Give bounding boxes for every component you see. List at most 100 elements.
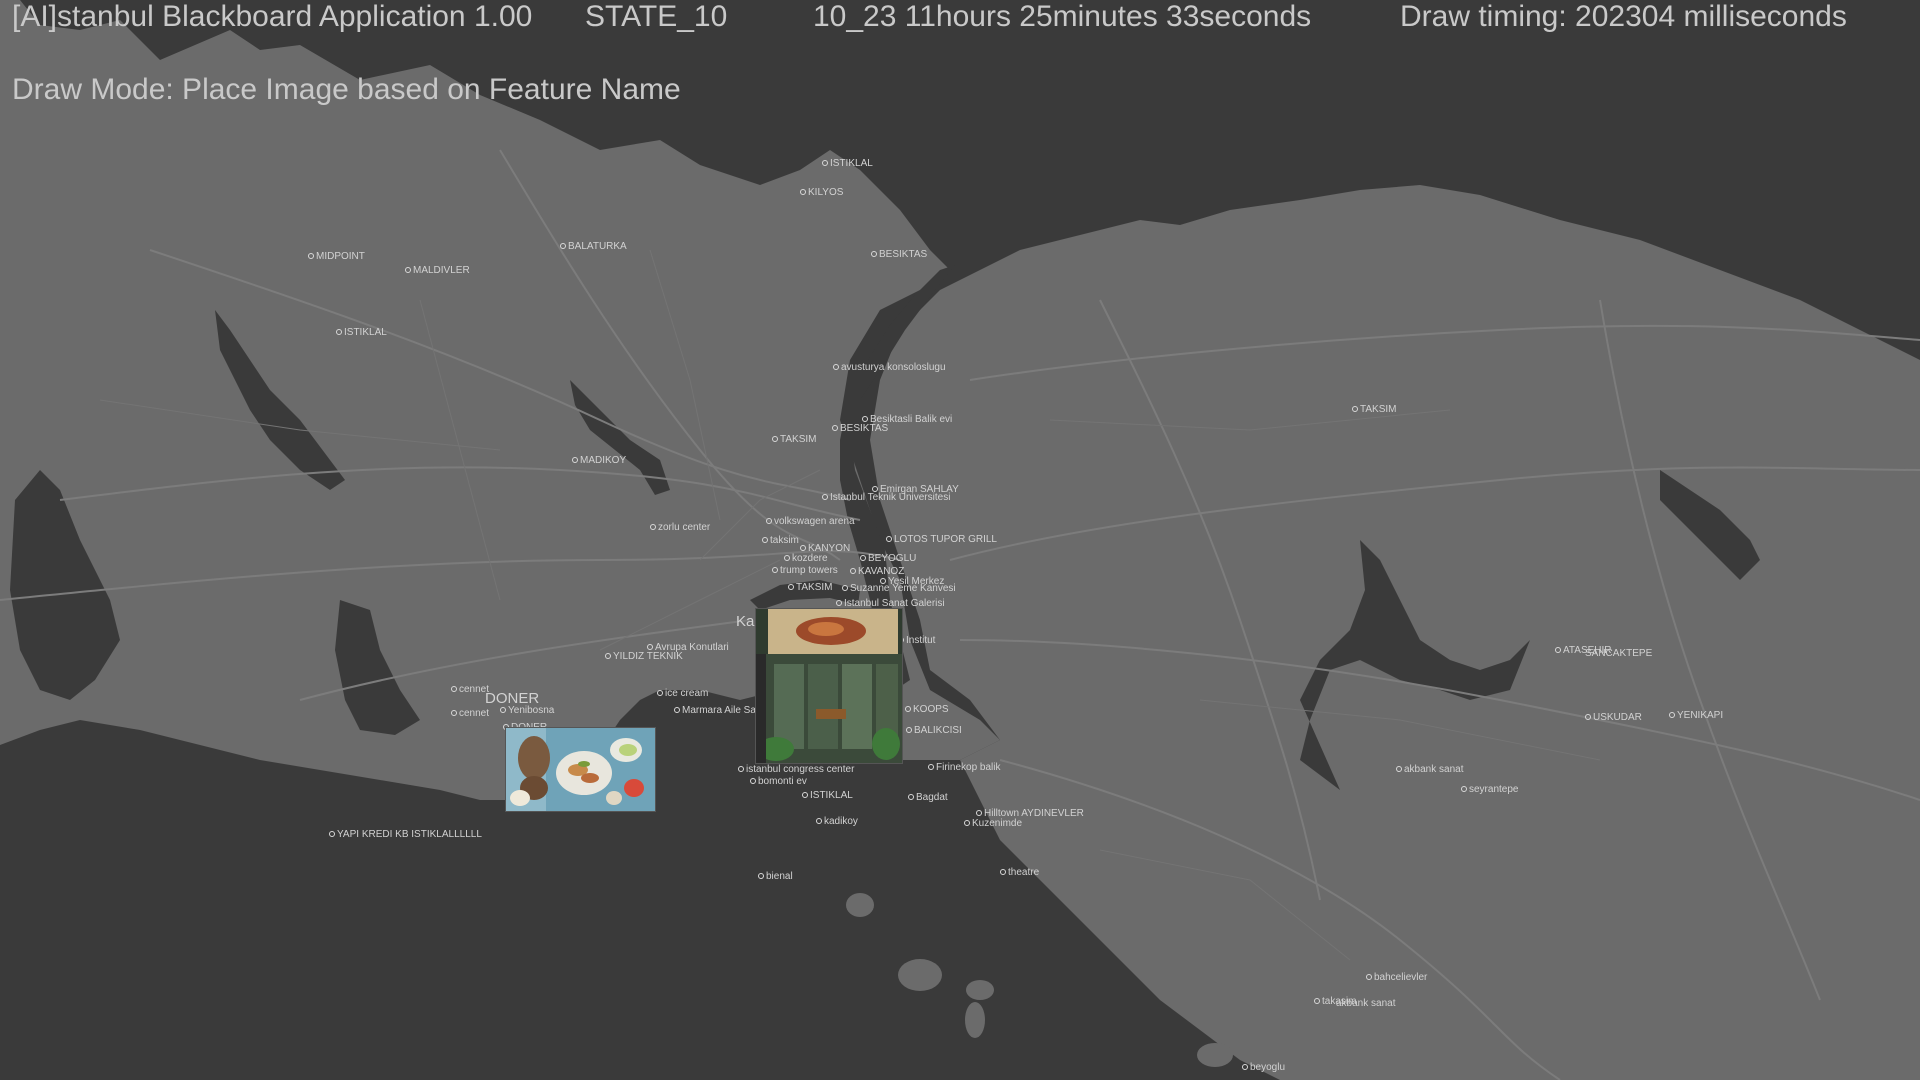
island-4 bbox=[965, 1002, 985, 1038]
poi-label[interactable]: BALATURKA bbox=[560, 241, 627, 252]
poi-label[interactable]: TAKSIM bbox=[1352, 404, 1396, 415]
poi-label[interactable]: bomonti ev bbox=[750, 776, 807, 787]
poi-label[interactable]: ISTIKLAL bbox=[802, 790, 853, 801]
island-2 bbox=[898, 959, 942, 991]
poi-dot-icon bbox=[772, 567, 778, 574]
poi-text: zorlu center bbox=[658, 522, 711, 533]
poi-text: seyrantepe bbox=[1469, 784, 1519, 795]
poi-label[interactable]: ISTIKLAL bbox=[822, 158, 873, 169]
poi-text: TAKSIM bbox=[796, 582, 833, 593]
poi-label[interactable]: taksim bbox=[762, 535, 799, 546]
poi-label[interactable]: Kuzenimde bbox=[964, 818, 1022, 829]
poi-label[interactable]: Institut bbox=[898, 635, 935, 646]
poi-label[interactable]: seyrantepe bbox=[1461, 784, 1518, 795]
poi-label[interactable]: YENIKAPI bbox=[1669, 710, 1723, 721]
poi-dot-icon bbox=[908, 794, 914, 801]
poi-label[interactable]: Bagdat bbox=[908, 792, 948, 803]
poi-dot-icon bbox=[572, 457, 578, 464]
poi-text: Emirgan SAHLAY bbox=[880, 484, 959, 495]
poi-dot-icon bbox=[862, 416, 868, 423]
poi-label[interactable]: ice cream bbox=[657, 688, 708, 699]
poi-label[interactable]: cennet bbox=[451, 684, 489, 695]
poi-label[interactable]: Firinekop balik bbox=[928, 762, 1000, 773]
poi-text: Firinekop balik bbox=[936, 762, 1001, 773]
poi-label[interactable]: trump towers bbox=[772, 565, 838, 576]
poi-text: Yesil Merkez bbox=[888, 576, 945, 587]
poi-label[interactable]: theatre bbox=[1000, 867, 1039, 878]
poi-dot-icon bbox=[560, 243, 566, 250]
poi-label[interactable]: MIDPOINT bbox=[308, 251, 365, 262]
poi-text: BEYOGLU bbox=[868, 553, 917, 564]
poi-label[interactable]: Yenibosna bbox=[500, 705, 554, 716]
poi-label[interactable]: TAKSIM bbox=[788, 582, 832, 593]
poi-dot-icon bbox=[657, 690, 663, 697]
poi-text: MALDIVLER bbox=[413, 265, 470, 276]
food-plate-image bbox=[506, 728, 655, 811]
poi-label[interactable]: TAKSIM bbox=[772, 434, 816, 445]
poi-label[interactable]: Yesil Merkez bbox=[880, 576, 944, 587]
poi-dot-icon bbox=[451, 686, 457, 693]
poi-label[interactable]: KOOPS bbox=[905, 704, 949, 715]
poi-label[interactable]: istanbul congress center bbox=[738, 764, 854, 775]
poi-label[interactable]: USKUDAR bbox=[1585, 712, 1642, 723]
draw-mode: Draw Mode: Place Image based on Feature … bbox=[12, 73, 681, 106]
poi-dot-icon bbox=[928, 764, 934, 771]
poi-label[interactable]: ISTIKLAL bbox=[336, 327, 387, 338]
poi-text: KOOPS bbox=[913, 704, 949, 715]
poi-text: ISTIKLAL bbox=[810, 790, 853, 801]
poi-text: Kuzenimde bbox=[972, 818, 1023, 829]
restaurant-interior-photo[interactable] bbox=[755, 608, 903, 764]
poi-dot-icon bbox=[1000, 869, 1006, 876]
poi-text: Bagdat bbox=[916, 792, 948, 803]
poi-label[interactable]: DONER bbox=[485, 691, 539, 706]
poi-text: beyoglu bbox=[1250, 1062, 1286, 1073]
poi-text: Yenibosna bbox=[508, 705, 555, 716]
poi-label[interactable]: kozdere bbox=[784, 553, 828, 564]
poi-text: MADIKOY bbox=[580, 455, 627, 466]
poi-label[interactable]: BESIKTAS bbox=[871, 249, 927, 260]
poi-label[interactable]: bienal bbox=[758, 871, 793, 882]
poi-label[interactable]: Emirgan SAHLAY bbox=[872, 484, 959, 495]
poi-label[interactable]: bahcelievler bbox=[1366, 972, 1427, 983]
poi-label[interactable]: KILYOS bbox=[800, 187, 843, 198]
poi-label[interactable]: SANCAKTEPE bbox=[1585, 648, 1652, 659]
poi-label[interactable]: BEYOGLU bbox=[860, 553, 916, 564]
poi-label[interactable]: zorlu center bbox=[650, 522, 710, 533]
poi-dot-icon bbox=[451, 710, 457, 717]
map-canvas[interactable]: [AI]stanbul Blackboard Application 1.00 … bbox=[0, 0, 1920, 1080]
poi-dot-icon bbox=[906, 727, 912, 734]
poi-text: Avrupa Konutlari bbox=[655, 642, 729, 653]
poi-label[interactable]: cennet bbox=[451, 708, 489, 719]
poi-label[interactable]: BALIKCISI bbox=[906, 725, 962, 736]
poi-label[interactable]: LOTOS TUPOR GRILL bbox=[886, 534, 997, 545]
poi-label[interactable]: akbank sanat bbox=[1396, 764, 1464, 775]
poi-text: BALATURKA bbox=[568, 241, 627, 252]
poi-label[interactable]: MALDIVLER bbox=[405, 265, 470, 276]
poi-dot-icon bbox=[650, 524, 656, 531]
poi-text: YENIKAPI bbox=[1677, 710, 1724, 721]
poi-label[interactable]: volkswagen arena bbox=[766, 516, 855, 527]
poi-label[interactable]: YAPI KREDI KB ISTIKLALLLLLL bbox=[329, 829, 482, 840]
poi-label[interactable]: Marmara Aile Sa bbox=[674, 705, 756, 716]
poi-label[interactable]: kadikoy bbox=[816, 816, 858, 827]
poi-text: volkswagen arena bbox=[774, 516, 855, 527]
poi-text: akbank sanat bbox=[1404, 764, 1464, 775]
poi-text: taksim bbox=[770, 535, 799, 546]
poi-label[interactable]: MADIKOY bbox=[572, 455, 626, 466]
poi-dot-icon bbox=[822, 160, 828, 167]
poi-text: BALIKCISI bbox=[914, 725, 962, 736]
poi-dot-icon bbox=[308, 253, 314, 260]
poi-label[interactable]: Avrupa Konutlari bbox=[647, 642, 729, 653]
poi-text: kozdere bbox=[792, 553, 828, 564]
food-plate-photo[interactable] bbox=[505, 727, 656, 812]
poi-text: Marmara Aile Sa bbox=[682, 705, 756, 716]
poi-label[interactable]: BESIKTAS bbox=[832, 423, 888, 434]
poi-text: KILYOS bbox=[808, 187, 844, 198]
poi-dot-icon bbox=[329, 831, 335, 838]
poi-label[interactable]: avusturya konsoloslugu bbox=[833, 362, 946, 373]
poi-dot-icon bbox=[886, 536, 892, 543]
poi-label[interactable]: akbank sanat bbox=[1336, 998, 1396, 1009]
poi-text: BESIKTAS bbox=[879, 249, 928, 260]
poi-label[interactable]: beyoglu bbox=[1242, 1062, 1285, 1073]
poi-text: USKUDAR bbox=[1593, 712, 1642, 723]
